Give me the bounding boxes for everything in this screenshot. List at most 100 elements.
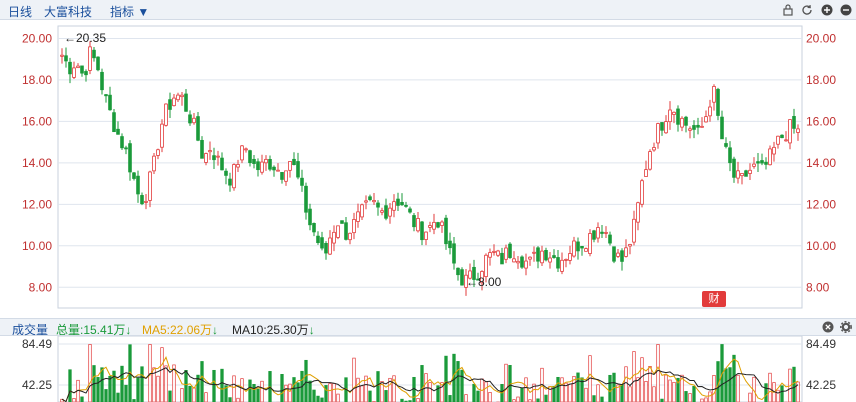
candle-body	[728, 147, 732, 164]
zoom-in-icon[interactable]	[821, 4, 833, 16]
volume-bar	[504, 363, 508, 402]
price-tick-right: 20.00	[806, 31, 836, 45]
refresh-icon[interactable]	[801, 4, 813, 16]
volume-bar	[420, 365, 424, 402]
candle-body	[152, 155, 156, 172]
candle-body	[212, 155, 216, 161]
candle-body	[220, 157, 224, 171]
volume-bar	[684, 391, 688, 402]
candle-body	[340, 220, 344, 224]
price-tick-left: 10.00	[22, 239, 52, 253]
price-tick-left: 16.00	[22, 114, 52, 128]
volume-bar	[88, 344, 92, 402]
volume-tick-right: 42.25	[806, 378, 836, 392]
financial-event-badge[interactable]: 财	[702, 291, 726, 307]
candle-body	[200, 139, 204, 159]
lock-icon[interactable]	[782, 4, 794, 16]
candle-body	[236, 164, 240, 168]
volume-bar	[520, 387, 524, 402]
indicator-dropdown[interactable]: 指标 ▼	[110, 3, 149, 20]
candle-body	[412, 215, 416, 228]
candle-body	[500, 252, 504, 265]
candle-body	[132, 172, 136, 179]
volume-bar	[376, 371, 380, 402]
volume-bar	[776, 389, 780, 402]
volume-bar	[484, 381, 488, 402]
volume-bar	[96, 377, 100, 402]
volume-bar	[236, 397, 240, 402]
candle-body	[512, 258, 516, 263]
candle-body	[448, 240, 452, 249]
price-tick-left: 20.00	[22, 31, 52, 45]
volume-bar	[212, 369, 216, 402]
volume-bar	[312, 389, 316, 402]
volume-bar	[448, 395, 452, 402]
volume-bar	[464, 394, 468, 402]
candle-body	[624, 247, 628, 257]
candle-body	[736, 170, 740, 179]
candle-body	[440, 221, 444, 226]
volume-bar	[292, 377, 296, 402]
candle-body	[616, 252, 620, 257]
candle-body	[392, 201, 396, 211]
candle-body	[292, 158, 296, 166]
candle-body	[460, 269, 464, 286]
candle-body	[116, 128, 120, 135]
volume-bar	[476, 390, 480, 402]
volume-bar	[304, 359, 308, 402]
candle-body	[112, 112, 116, 133]
volume-chart[interactable]: 84.49 84.49 42.25 42.25	[0, 336, 856, 402]
candle-body	[188, 114, 192, 124]
period-daily-button[interactable]: 日线	[8, 3, 32, 20]
candle-body	[508, 243, 512, 258]
candle-body	[764, 161, 768, 165]
candle-body	[288, 161, 292, 171]
close-icon[interactable]	[822, 321, 834, 333]
candle-body	[660, 122, 664, 131]
volume-bar	[104, 389, 108, 402]
candle-body	[260, 161, 264, 173]
candle-body	[772, 146, 776, 155]
price-tick-right: 8.00	[806, 280, 830, 294]
candle-body	[664, 121, 668, 134]
candle-body	[792, 116, 796, 129]
volume-bar	[488, 392, 492, 402]
volume-bar	[472, 383, 476, 402]
candle-body	[452, 243, 456, 264]
volume-bar	[352, 357, 356, 402]
candle-body	[352, 219, 356, 234]
candle-body	[692, 125, 696, 130]
high-price-label: ←20.35	[64, 31, 106, 45]
candlestick-chart[interactable]: 20.00 18.00 16.00 14.00 12.00 10.00 8.00 20.00…	[0, 20, 856, 318]
candle-body	[68, 61, 72, 75]
candle-body	[748, 169, 752, 174]
volume-bar	[260, 380, 264, 402]
candle-body	[156, 149, 160, 156]
candle-body	[388, 207, 392, 217]
volume-bar	[576, 372, 580, 402]
candle-body	[672, 111, 676, 115]
volume-bar	[280, 374, 284, 402]
candle-body	[144, 200, 148, 203]
stock-name[interactable]: 大富科技	[44, 3, 92, 20]
candle-body	[592, 230, 596, 240]
zoom-out-icon[interactable]	[840, 4, 852, 16]
candle-body	[556, 257, 560, 269]
volume-bar	[648, 366, 652, 402]
volume-bar	[108, 375, 112, 402]
candle-body	[280, 172, 284, 180]
volume-bar	[560, 377, 564, 402]
volume-bar	[204, 392, 208, 402]
volume-bar	[584, 387, 588, 402]
gear-icon[interactable]	[840, 321, 852, 333]
candle-body	[572, 240, 576, 257]
candle-body	[644, 169, 648, 177]
candle-body	[224, 170, 228, 176]
low-price-label: ←8.00	[466, 275, 502, 289]
volume-bar	[168, 390, 172, 402]
candle-body	[604, 232, 608, 234]
candle-body	[560, 259, 564, 272]
candle-body	[208, 150, 212, 153]
candle-body	[376, 202, 380, 208]
candle-body	[108, 94, 112, 111]
